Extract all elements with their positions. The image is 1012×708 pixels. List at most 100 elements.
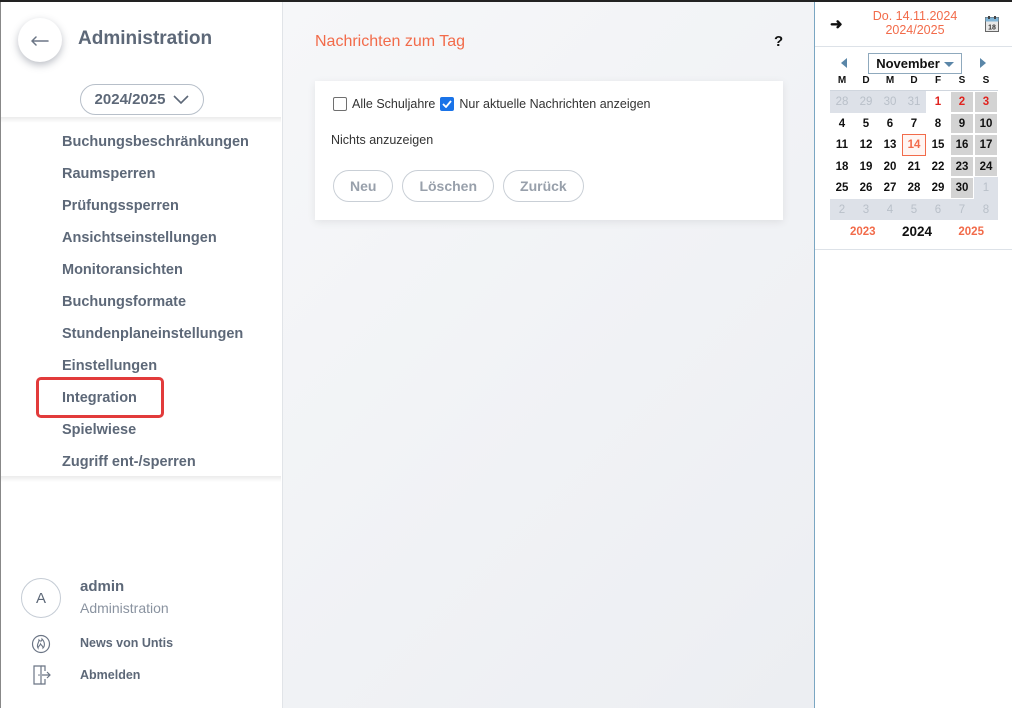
- school-year-value: 2024/2025: [94, 91, 166, 108]
- calendar-day-today[interactable]: 14: [902, 134, 926, 156]
- year-navigation: 2023 2024 2025: [830, 224, 998, 240]
- news-label: News von Untis: [80, 636, 174, 650]
- calendar-divider: [815, 46, 1012, 47]
- weekday-header: S: [982, 75, 990, 86]
- chevron-down-icon: [171, 91, 190, 108]
- calendar-day[interactable]: 13: [878, 134, 902, 156]
- page-title: Nachrichten zum Tag: [315, 33, 465, 50]
- calendar-day[interactable]: 11: [830, 134, 854, 156]
- calendar-day[interactable]: 21: [902, 156, 926, 178]
- calendar-day-other-month[interactable]: 5: [902, 198, 926, 220]
- all-school-years-label[interactable]: Alle Schuljahre: [352, 97, 435, 111]
- current-date-display[interactable]: Do. 14.11.2024 2024/2025: [855, 9, 975, 37]
- nav-item-pruefungssperren[interactable]: Prüfungssperren: [1, 190, 281, 222]
- nav-item-buchungsbeschraenkungen[interactable]: Buchungsbeschränkungen: [1, 126, 281, 158]
- filter-row: Alle Schuljahre Nur aktuelle Nachrichten…: [333, 97, 655, 111]
- back-to-list-button[interactable]: Zurück: [503, 170, 584, 202]
- action-buttons: Neu Löschen Zurück: [333, 170, 584, 202]
- school-year-select[interactable]: 2024/2025: [80, 84, 204, 115]
- admin-nav: Buchungsbeschränkungen Raumsperren Prüfu…: [1, 126, 281, 478]
- calendar-day-other-month[interactable]: 6: [926, 198, 950, 220]
- calendar-day[interactable]: 5: [854, 113, 878, 135]
- nav-item-zugriff[interactable]: Zugriff ent-/sperren: [1, 446, 281, 478]
- calendar-day[interactable]: 8: [926, 113, 950, 135]
- current-year[interactable]: 2024: [902, 224, 932, 240]
- calendar-panel: ➜ Do. 14.11.2024 2024/2025 18 November M…: [814, 2, 1012, 708]
- calendar-grid: 28 29 30 31 1 2 3 4 5 6 7 8 9 10 11 12 13 14 15 16 17 18 19 20 2…: [830, 90, 998, 220]
- calendar-day-other-month[interactable]: 2: [830, 198, 854, 220]
- weekday-header: D: [910, 75, 918, 86]
- arrow-right-icon[interactable]: ➜: [830, 15, 843, 33]
- back-button[interactable]: [18, 18, 62, 62]
- calendar-day[interactable]: 26: [854, 177, 878, 199]
- calendar-day[interactable]: 15: [926, 134, 950, 156]
- calendar-day[interactable]: 7: [902, 113, 926, 135]
- calendar-day-other-month[interactable]: 4: [878, 198, 902, 220]
- calendar-icon[interactable]: 18: [985, 16, 999, 32]
- nav-item-integration[interactable]: Integration: [1, 382, 281, 414]
- calendar-day-other-month[interactable]: 1: [974, 177, 998, 199]
- flame-icon: [29, 631, 53, 655]
- footer-divider: [1, 476, 281, 482]
- calendar-day[interactable]: 10: [974, 112, 998, 134]
- help-icon[interactable]: ?: [774, 33, 783, 50]
- logout-link[interactable]: Abmelden: [29, 663, 140, 687]
- calendar-day[interactable]: 4: [830, 113, 854, 135]
- calendar-bottom-divider: [815, 249, 1012, 250]
- calendar-day-other-month[interactable]: 8: [974, 198, 998, 220]
- calendar-day[interactable]: 1: [926, 91, 950, 113]
- calendar-day[interactable]: 17: [974, 134, 998, 156]
- avatar[interactable]: A: [21, 578, 61, 618]
- nav-item-spielwiese[interactable]: Spielwiese: [1, 414, 281, 446]
- nav-item-monitoransichten[interactable]: Monitoransichten: [1, 254, 281, 286]
- calendar-day[interactable]: 20: [878, 156, 902, 178]
- calendar-day[interactable]: 25: [830, 177, 854, 199]
- next-year[interactable]: 2025: [958, 224, 984, 240]
- calendar-day[interactable]: 27: [878, 177, 902, 199]
- calendar-day[interactable]: 6: [878, 113, 902, 135]
- calendar-day[interactable]: 29: [926, 177, 950, 199]
- calendar-day[interactable]: 22: [926, 156, 950, 178]
- calendar-day[interactable]: 9: [950, 112, 974, 134]
- nav-item-einstellungen[interactable]: Einstellungen: [1, 350, 281, 382]
- weekday-header: S: [958, 75, 966, 86]
- weekday-header: F: [934, 75, 942, 86]
- next-month-icon[interactable]: [980, 58, 986, 68]
- calendar-day[interactable]: 16: [950, 134, 974, 156]
- new-button[interactable]: Neu: [333, 170, 394, 202]
- calendar-day[interactable]: 19: [854, 156, 878, 178]
- nav-item-raumsperren[interactable]: Raumsperren: [1, 158, 281, 190]
- calendar-day-other-month[interactable]: 28: [830, 91, 854, 113]
- calendar-day[interactable]: 2: [950, 91, 974, 113]
- news-link[interactable]: News von Untis: [29, 631, 173, 655]
- calendar-day-other-month[interactable]: 31: [902, 91, 926, 113]
- nav-item-buchungsformate[interactable]: Buchungsformate: [1, 286, 281, 318]
- calendar-day-other-month[interactable]: 7: [950, 198, 974, 220]
- calendar-day[interactable]: 28: [902, 177, 926, 199]
- calendar-day-other-month[interactable]: 3: [854, 198, 878, 220]
- delete-button[interactable]: Löschen: [402, 170, 495, 202]
- calendar-day[interactable]: 24: [974, 155, 998, 177]
- empty-message: Nichts anzuzeigen: [331, 133, 434, 147]
- nav-item-stundenplaneinstellungen[interactable]: Stundenplaneinstellungen: [1, 318, 281, 350]
- nav-item-ansichtseinstellungen[interactable]: Ansichtseinstellungen: [1, 222, 281, 254]
- weekday-header: M: [885, 75, 895, 86]
- calendar-day-other-month[interactable]: 30: [878, 91, 902, 113]
- calendar-day[interactable]: 30: [950, 177, 974, 199]
- caret-down-icon: [943, 62, 954, 67]
- arrow-left-icon: [31, 29, 49, 52]
- prev-month-icon[interactable]: [841, 58, 847, 68]
- prev-year[interactable]: 2023: [850, 224, 876, 240]
- current-messages-checkbox[interactable]: [440, 97, 455, 111]
- calendar-day[interactable]: 3: [974, 91, 998, 113]
- svg-text:18: 18: [988, 25, 996, 32]
- month-select[interactable]: November: [868, 53, 962, 74]
- calendar-day[interactable]: 12: [854, 134, 878, 156]
- calendar-day[interactable]: 18: [830, 156, 854, 178]
- all-school-years-checkbox[interactable]: [333, 97, 347, 111]
- user-role: Administration: [80, 600, 169, 616]
- calendar-day[interactable]: 23: [950, 155, 974, 177]
- calendar-day-other-month[interactable]: 29: [854, 91, 878, 113]
- messages-card: Alle Schuljahre Nur aktuelle Nachrichten…: [315, 81, 783, 220]
- current-messages-label[interactable]: Nur aktuelle Nachrichten anzeigen: [459, 97, 650, 111]
